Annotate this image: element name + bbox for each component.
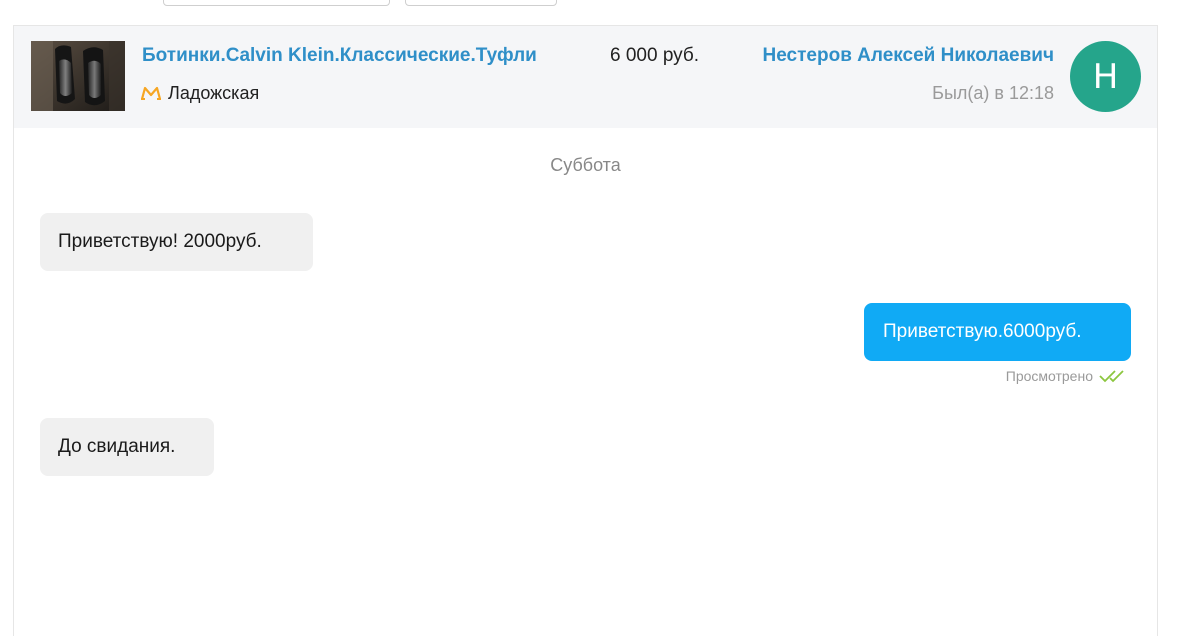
listing-title-link[interactable]: Ботинки.Calvin Klein.Классические.Туфли	[142, 45, 582, 67]
metro-station-name: Ладожская	[168, 82, 260, 103]
chat-header: Ботинки.Calvin Klein.Классические.Туфли …	[14, 26, 1157, 128]
avatar[interactable]: Н	[1070, 41, 1141, 112]
top-toolbar	[0, 0, 1200, 20]
incoming-message: До свидания.	[40, 418, 214, 476]
read-status-label: Просмотрено	[1005, 368, 1093, 384]
read-status: Просмотрено	[1006, 368, 1129, 384]
double-check-icon	[1099, 370, 1124, 383]
user-name-link[interactable]: Нестеров Алексей Николаевич	[763, 45, 1055, 67]
chat-panel: Ботинки.Calvin Klein.Классические.Туфли …	[13, 25, 1158, 636]
shoes-photo-icon[interactable]	[31, 41, 125, 111]
outgoing-message: Приветствую.6000руб.	[864, 303, 1131, 361]
day-separator: Суббота	[550, 155, 621, 175]
metro-icon	[140, 86, 162, 100]
top-button-left[interactable]	[163, 0, 390, 6]
metro-location: Ладожская	[140, 82, 259, 104]
last-seen-status: Был(а) в 12:18	[932, 83, 1054, 103]
listing-price: 6 000 руб.	[610, 45, 700, 66]
incoming-message: Приветствую! 2000руб.	[40, 213, 313, 271]
top-button-right[interactable]	[405, 0, 557, 6]
